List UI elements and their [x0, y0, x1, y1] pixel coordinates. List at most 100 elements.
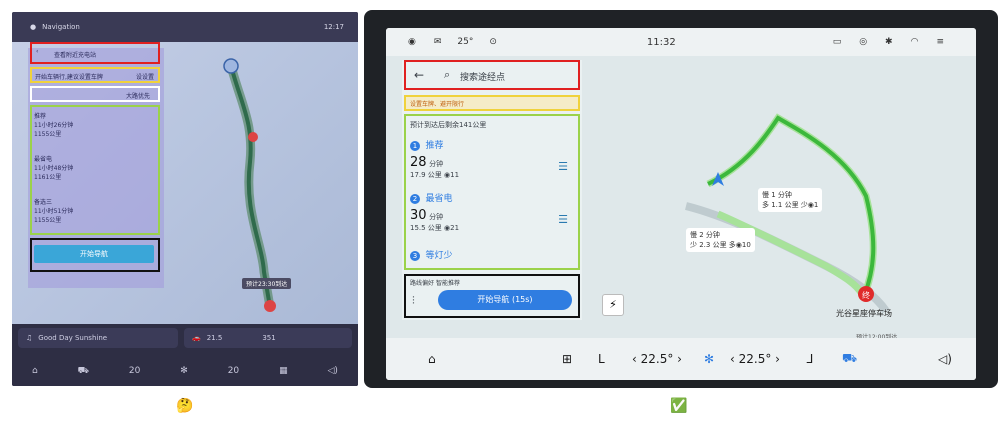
defrost-icon[interactable]: ⊞	[562, 352, 572, 366]
plate-hint-row[interactable]: 开始车辆行,建议设置车牌 设设置	[30, 67, 160, 83]
settings-icon[interactable]: ⫶	[412, 294, 415, 308]
temp-left[interactable]: ‹ 22.5° ›	[632, 352, 682, 366]
music-title: Good Day Sunshine	[38, 334, 108, 342]
route-detail: 17.9 公里 ◉11	[410, 171, 460, 179]
route-name: 最省电	[34, 156, 53, 163]
alt-route-2-detail: 少 2.3 公里 多◉10	[690, 241, 751, 249]
screen: ◉ ✉ 25° ⊙ 11:32 ▭◎✱◠≡ 终 慢 1 分钟 多 1.1 公里 …	[386, 28, 976, 380]
temp-right[interactable]: 20	[228, 366, 239, 376]
alt-route-1-detail: 多 1.1 公里 少◉1	[762, 201, 819, 209]
route-index: 2	[410, 194, 420, 204]
route-item[interactable]: 最省电 11小时48分钟 1161公里	[34, 155, 73, 182]
temp-left[interactable]: 20	[129, 366, 140, 376]
fan-icon[interactable]: ✻	[180, 366, 188, 376]
sort-label: 大路优先	[125, 93, 150, 100]
route-detail: 1155公里	[34, 131, 62, 138]
apps-icon[interactable]: ▦	[279, 366, 288, 376]
dock: ⌂ ⊞ ᒪ ‹ 22.5° › ✻ ‹ 22.5° › ᒧ ⛟ ◁)	[386, 338, 976, 380]
plate-hint-text: 设置车牌、避开限行	[410, 101, 465, 108]
alt-route-1-time: 慢 1 分钟	[762, 191, 792, 199]
temp-left-value: 22.5°	[640, 352, 674, 366]
route-item[interactable]: 推荐 11小时26分钟 1155公里	[34, 112, 73, 139]
search-input[interactable]: 查看附近充电站	[54, 50, 96, 59]
route-item[interactable]: 3 等灯少	[410, 248, 574, 261]
route-name: 备选三	[34, 199, 53, 206]
route-name: 最省电	[425, 194, 453, 204]
start-navigation-button[interactable]: 开始导航	[34, 245, 154, 263]
home-icon[interactable]: ⌂	[32, 366, 38, 376]
battery-hint: 预计到达后剩余141公里	[410, 121, 487, 129]
route-name: 推荐	[425, 141, 444, 151]
new-nav-screenshot: ◉ ✉ 25° ⊙ 11:32 ▭◎✱◠≡ 终 慢 1 分钟 多 1.1 公里 …	[364, 10, 998, 388]
dock: ⌂ ⛟ 20 ✻ 20 ▦ ◁)	[12, 356, 358, 386]
car-icon[interactable]: ⛟	[78, 366, 89, 377]
plate-hint-text: 开始车辆行,建议设置车牌	[35, 74, 103, 81]
status-time: 11:32	[646, 36, 676, 48]
route-name: 等灯少	[425, 251, 453, 261]
route-detail: 15.5 公里 ◉21	[410, 224, 460, 232]
weather-temp: 25°	[457, 37, 474, 47]
volume-icon[interactable]: ◁)	[328, 366, 338, 376]
back-icon[interactable]: ‹	[36, 48, 38, 55]
start-navigation-button[interactable]: 开始导航 (15s)	[438, 290, 572, 310]
message-icon[interactable]: ✉	[434, 37, 442, 47]
volume-icon[interactable]: ◁)	[938, 352, 952, 366]
home-icon[interactable]: ⌂	[428, 352, 436, 366]
pref-label: 路线偏好 智能推荐	[410, 278, 460, 287]
route-item[interactable]: 备选三 11小时51分钟 1155公里	[34, 198, 73, 225]
app-icon: ●	[30, 23, 37, 31]
destination-name: 光谷星座停车场	[836, 309, 892, 318]
search-icon: ⌕	[444, 68, 451, 81]
route-time: 11小时26分钟	[34, 122, 74, 129]
avatar[interactable]: ◉	[408, 37, 416, 47]
charging-icon[interactable]: ⚡	[602, 294, 624, 316]
route-time-unit: 分钟	[429, 160, 444, 168]
alt-route-2-time: 慢 2 分钟	[690, 231, 720, 239]
pref-label-text: 路线偏好	[410, 280, 435, 287]
status-title: Navigation	[42, 23, 80, 31]
route-time: 11小时48分钟	[34, 165, 74, 172]
search-input[interactable]: 搜索途经点	[460, 70, 505, 83]
music-widget[interactable]: ♫ Good Day Sunshine	[18, 328, 178, 348]
alt-route-2-label[interactable]: 慢 2 分钟 少 2.3 公里 多◉10	[686, 228, 755, 252]
range-a: 21.5	[206, 334, 223, 342]
temp-right[interactable]: ‹ 22.5° ›	[730, 352, 780, 366]
pref-value: 智能推荐	[435, 280, 460, 287]
location-marker	[223, 58, 239, 74]
seat-heat-icon[interactable]: ᒧ	[806, 352, 813, 366]
route-time: 11小时51分钟	[34, 208, 74, 215]
route-name: 推荐	[34, 113, 47, 120]
alt-route-1-label[interactable]: 慢 1 分钟 多 1.1 公里 少◉1	[758, 188, 823, 212]
car-icon[interactable]: ⛟	[842, 351, 857, 367]
range-widget[interactable]: 🚗 21.5 351	[184, 328, 352, 348]
old-nav-screenshot: ● Navigation 12:17 ‹ 查看附近充电站 开始车辆行,建议设置车…	[12, 12, 358, 386]
route-time: 28	[410, 155, 427, 170]
plate-hint-link[interactable]: 设设置	[136, 72, 154, 81]
route-time-unit: 分钟	[429, 213, 444, 221]
destination-marker-label: 终	[862, 290, 870, 300]
search-box[interactable]: ‹ 查看附近充电站	[30, 42, 160, 64]
route-index: 3	[410, 251, 420, 261]
music-icon: ♫	[26, 334, 33, 342]
sort-row[interactable]: 大路优先	[30, 86, 160, 102]
status-bar: ◉ ✉ 25° ⊙ 11:32 ▭◎✱◠≡	[386, 28, 976, 56]
list-icon[interactable]: ☰	[558, 160, 568, 173]
route-item[interactable]: 2 最省电 30 分钟 15.5 公里 ◉21 ☰	[410, 191, 574, 233]
list-icon[interactable]: ☰	[558, 213, 568, 226]
car-icon: 🚗	[192, 334, 201, 342]
status-bar: ● Navigation 12:17	[12, 12, 358, 42]
range-b: 351	[262, 334, 276, 342]
route-detail: 1155公里	[34, 217, 62, 224]
status-icons: ▭◎✱◠≡	[832, 37, 962, 47]
back-icon[interactable]: ←	[414, 68, 424, 82]
eta-label: 预计23:30到达	[242, 278, 292, 289]
waypoint-marker	[248, 132, 258, 142]
destination-marker	[264, 300, 276, 312]
status-time: 12:17	[323, 23, 344, 31]
thinking-emoji: 🤔	[176, 398, 194, 414]
fan-icon[interactable]: ✻	[704, 352, 714, 366]
route-time: 30	[410, 208, 427, 223]
seat-icon[interactable]: ᒪ	[598, 352, 605, 366]
route-item[interactable]: 1 推荐 28 分钟 17.9 公里 ◉11 ☰	[410, 138, 574, 180]
temp-right-value: 22.5°	[738, 352, 772, 366]
